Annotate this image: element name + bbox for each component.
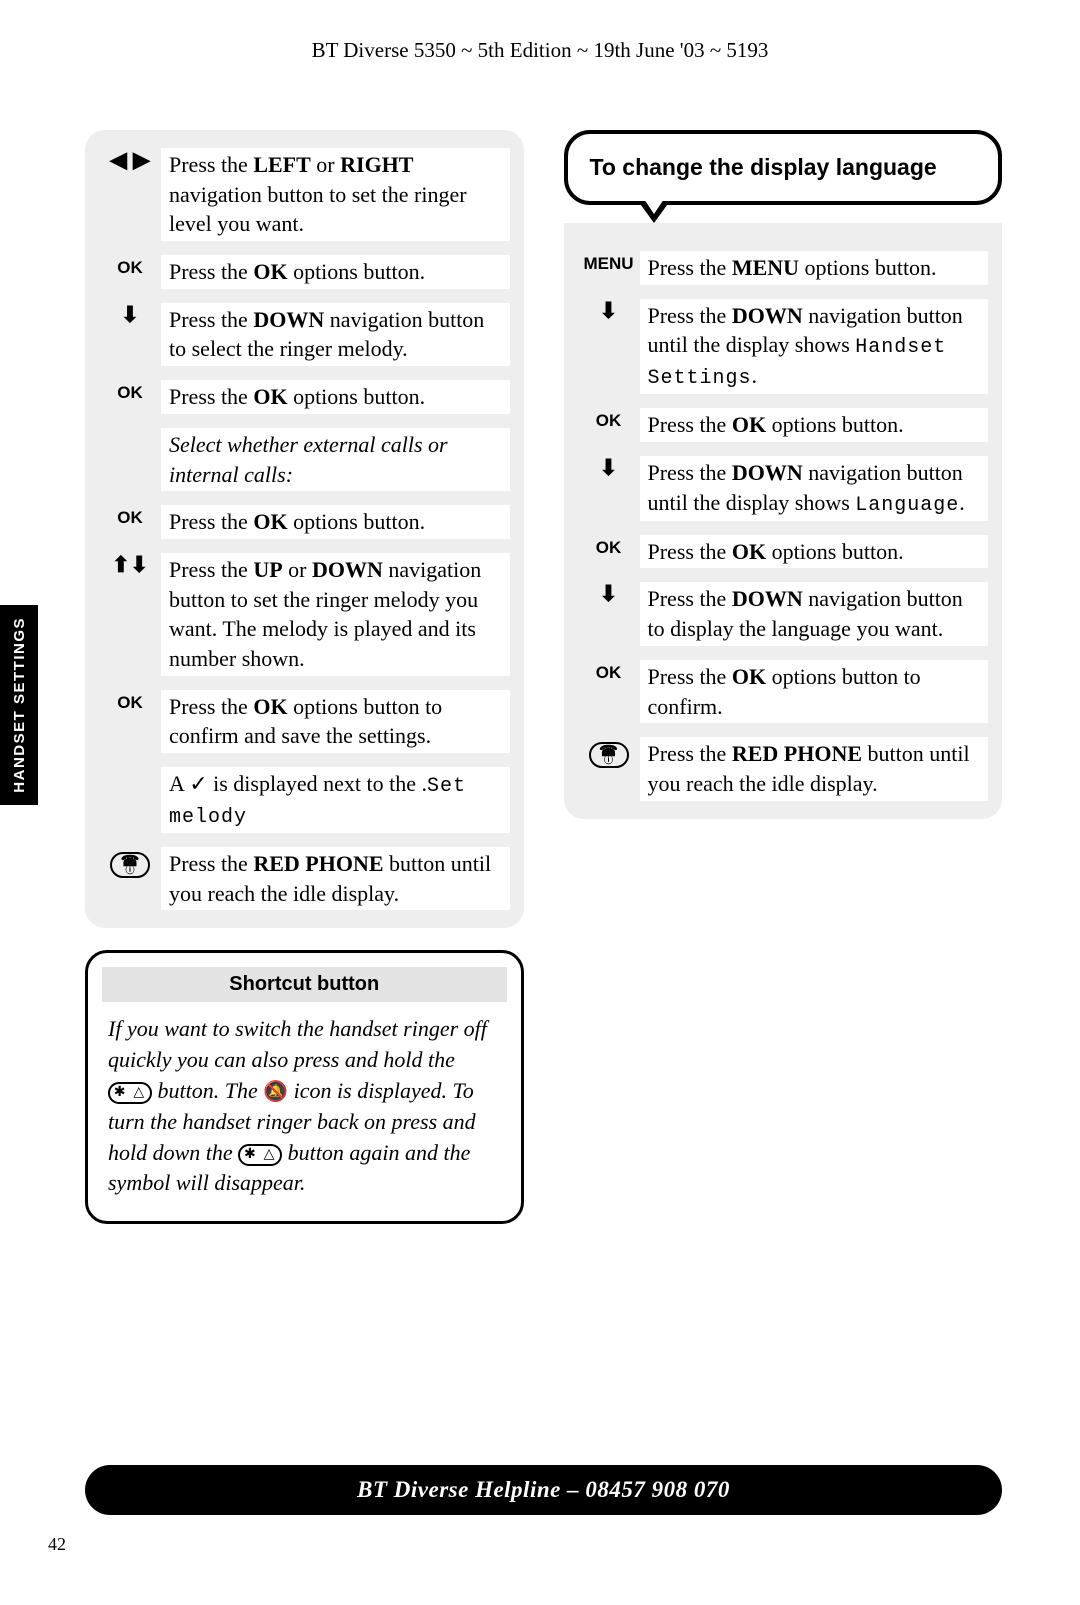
right-step-block: MENUPress the MENU options button.⬇Press… xyxy=(564,223,1003,819)
step-text: Press the DOWN navigation button until t… xyxy=(640,456,989,521)
step-text: Press the UP or DOWN navigation button t… xyxy=(161,553,510,676)
step-text: Press the DOWN navigation button to sele… xyxy=(161,303,510,366)
step-row: ⬆⬇Press the UP or DOWN navigation button… xyxy=(99,553,510,676)
page-number: 42 xyxy=(48,1534,66,1555)
step-text: Press the RED PHONE button until you rea… xyxy=(640,737,989,800)
step-text: Press the RED PHONE button until you rea… xyxy=(161,847,510,910)
step-text: Press the DOWN navigation button until t… xyxy=(640,299,989,395)
shortcut-box: Shortcut button If you want to switch th… xyxy=(85,950,524,1224)
side-tab-label: HANDSET SETTINGS xyxy=(11,617,28,793)
step-row: ◀ ▶Press the LEFT or RIGHT navigation bu… xyxy=(99,148,510,241)
key-label: OK xyxy=(99,505,161,526)
section-callout: To change the display language xyxy=(564,130,1003,205)
blank-key xyxy=(99,767,161,771)
step-row: OKPress the OK options button. xyxy=(578,408,989,442)
step-row: ☎ⓘPress the RED PHONE button until you r… xyxy=(99,847,510,910)
step-row: ⬇Press the DOWN navigation button until … xyxy=(578,456,989,521)
right-column: To change the display language MENUPress… xyxy=(564,130,1003,1224)
step-row: OKPress the OK options button. xyxy=(99,380,510,414)
content-area: ◀ ▶Press the LEFT or RIGHT navigation bu… xyxy=(85,130,1002,1224)
step-text: Press the OK options button to confirm. xyxy=(640,660,989,723)
step-row: OKPress the OK options button. xyxy=(99,255,510,289)
step-row: OKPress the OK options button. xyxy=(99,505,510,539)
step-row: ☎ⓘPress the RED PHONE button until you r… xyxy=(578,737,989,800)
star-key-icon: ✱ △ xyxy=(238,1144,282,1166)
arrow-icon: ◀ ▶ xyxy=(99,148,161,171)
key-label: OK xyxy=(578,660,640,681)
step-row: ⬇Press the DOWN navigation button until … xyxy=(578,299,989,395)
step-text: Press the OK options button. xyxy=(161,255,510,289)
left-column: ◀ ▶Press the LEFT or RIGHT navigation bu… xyxy=(85,130,524,1224)
step-row: Select whether external calls or interna… xyxy=(99,428,510,491)
step-row: ⬇Press the DOWN navigation button to sel… xyxy=(99,303,510,366)
key-label: OK xyxy=(99,690,161,711)
shortcut-title: Shortcut button xyxy=(102,967,507,1002)
blank-key xyxy=(99,428,161,432)
step-row: MENUPress the MENU options button. xyxy=(578,251,989,285)
callout-tail-icon xyxy=(638,201,670,223)
step-text: Press the OK options button. xyxy=(640,408,989,442)
bell-off-icon: 🔕 xyxy=(263,1081,288,1103)
key-label: OK xyxy=(578,408,640,429)
step-text: Press the LEFT or RIGHT navigation butto… xyxy=(161,148,510,241)
step-text: Press the DOWN navigation button to disp… xyxy=(640,582,989,645)
key-label: MENU xyxy=(578,251,640,272)
red-phone-icon: ☎ⓘ xyxy=(578,737,640,768)
step-text: Press the OK options button. xyxy=(161,380,510,414)
step-row: OKPress the OK options button. xyxy=(578,535,989,569)
shortcut-body: If you want to switch the handset ringer… xyxy=(108,1014,501,1199)
key-label: OK xyxy=(99,255,161,276)
arrow-icon: ⬆⬇ xyxy=(99,553,161,576)
arrow-icon: ⬇ xyxy=(99,303,161,326)
arrow-icon: ⬇ xyxy=(578,456,640,479)
side-tab: HANDSET SETTINGS xyxy=(0,605,38,805)
left-step-block: ◀ ▶Press the LEFT or RIGHT navigation bu… xyxy=(85,130,524,928)
key-label: OK xyxy=(578,535,640,556)
step-text: A ✓ is displayed next to the .Set melody xyxy=(161,767,510,833)
key-label: OK xyxy=(99,380,161,401)
red-phone-icon: ☎ⓘ xyxy=(99,847,161,878)
arrow-icon: ⬇ xyxy=(578,299,640,322)
helpline-bar: BT Diverse Helpline – 08457 908 070 xyxy=(85,1465,1002,1515)
step-row: ⬇Press the DOWN navigation button to dis… xyxy=(578,582,989,645)
step-row: OKPress the OK options button to confirm… xyxy=(578,660,989,723)
arrow-icon: ⬇ xyxy=(578,582,640,605)
step-text: Press the OK options button. xyxy=(161,505,510,539)
star-key-icon: ✱ △ xyxy=(108,1082,152,1104)
step-row: OKPress the OK options button to confirm… xyxy=(99,690,510,753)
step-text: Press the OK options button. xyxy=(640,535,989,569)
step-text: Select whether external calls or interna… xyxy=(161,428,510,491)
step-row: A ✓ is displayed next to the .Set melody xyxy=(99,767,510,833)
step-text: Press the OK options button to confirm a… xyxy=(161,690,510,753)
header-line: BT Diverse 5350 ~ 5th Edition ~ 19th Jun… xyxy=(0,0,1080,63)
step-text: Press the MENU options button. xyxy=(640,251,989,285)
